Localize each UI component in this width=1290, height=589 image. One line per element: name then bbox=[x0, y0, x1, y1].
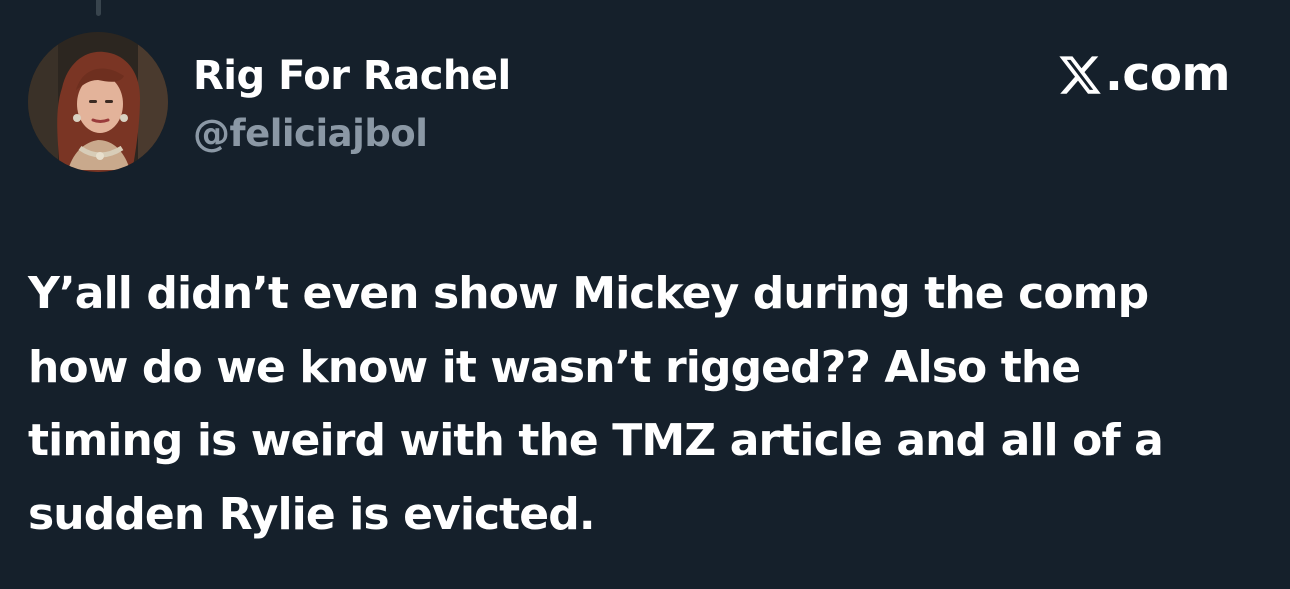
author-handle[interactable]: @feliciajbol bbox=[193, 111, 428, 157]
x-logo-icon bbox=[1059, 56, 1101, 94]
profile-photo bbox=[28, 32, 168, 172]
author-display-name[interactable]: Rig For Rachel bbox=[193, 52, 511, 100]
tweet-text-line: timing is weird with the TMZ article and… bbox=[28, 415, 1164, 466]
tweet-text-line: how do we know it wasn’t rigged?? Also t… bbox=[28, 341, 1081, 393]
avatar[interactable] bbox=[28, 32, 168, 172]
brand-domain-text: .com bbox=[1105, 47, 1230, 102]
tweet-text-line: sudden Rylie is evicted. bbox=[28, 488, 596, 540]
x-com-brand: .com bbox=[1057, 49, 1230, 101]
tweet-text: Y’all didn’t even show Mickey during the… bbox=[28, 257, 1268, 551]
tweet-text-line: Y’all didn’t even show Mickey during the… bbox=[28, 268, 1149, 319]
thread-connector-line bbox=[96, 0, 101, 16]
